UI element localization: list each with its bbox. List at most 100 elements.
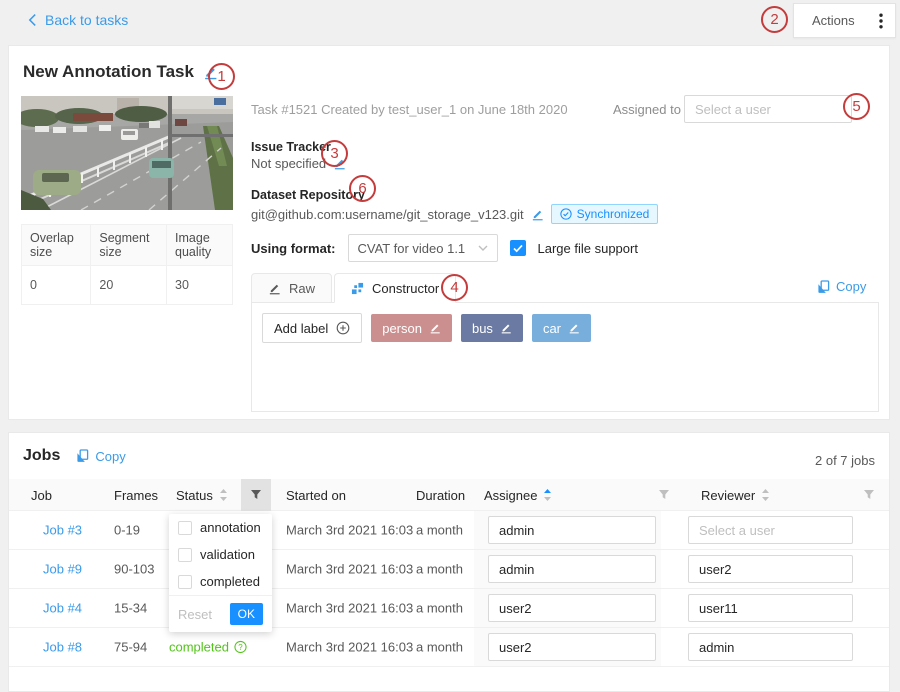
assigned-to-input[interactable] xyxy=(684,95,852,123)
column-job: Job xyxy=(31,479,52,511)
column-reviewer-sort[interactable]: Reviewer xyxy=(701,479,770,511)
column-started-label: Started on xyxy=(286,488,346,503)
param-header-segment: Segment size xyxy=(91,225,167,266)
jobs-card: Jobs Copy 2 of 7 jobs Job Frames Status … xyxy=(8,432,890,692)
dataset-repository-label: Dataset Repository xyxy=(251,188,365,202)
annotation-marker-5: 5 xyxy=(843,93,870,120)
assignee-input[interactable] xyxy=(488,555,656,583)
question-circle-icon: ? xyxy=(234,641,247,654)
sort-carets-icon-active xyxy=(543,488,552,502)
reviewer-input[interactable] xyxy=(688,516,853,544)
label-chip-person[interactable]: person xyxy=(371,314,452,342)
duration-cell: a month xyxy=(416,601,463,616)
edit-label-icon[interactable] xyxy=(500,322,512,334)
pencil-icon xyxy=(268,282,281,295)
filter-option-annotation-label: annotation xyxy=(200,520,261,535)
copy-icon xyxy=(817,280,830,294)
filter-option-validation[interactable]: validation xyxy=(169,541,272,568)
labels-tabs: Raw Constructor xyxy=(251,273,458,303)
duration-cell: a month xyxy=(416,562,463,577)
tab-raw[interactable]: Raw xyxy=(251,273,332,303)
edit-label-icon[interactable] xyxy=(568,322,580,334)
job-link[interactable]: Job #4 xyxy=(43,601,82,616)
param-header-overlap: Overlap size xyxy=(22,225,91,266)
check-icon xyxy=(513,244,523,253)
format-select[interactable]: CVAT for video 1.1 xyxy=(348,234,498,262)
task-meta: Task #1521 Created by test_user_1 on Jun… xyxy=(251,102,568,117)
task-parameters-table: Overlap size Segment size Image quality … xyxy=(21,224,233,305)
assignee-input[interactable] xyxy=(488,633,656,661)
status-completed-label: completed xyxy=(169,640,229,655)
edit-repository-icon[interactable] xyxy=(531,208,544,221)
copy-jobs-label: Copy xyxy=(95,449,125,464)
filter-option-validation-label: validation xyxy=(200,547,255,562)
label-chip-car[interactable]: car xyxy=(532,314,591,342)
param-value-overlap: 0 xyxy=(22,266,91,305)
add-label-button[interactable]: Add label xyxy=(262,313,362,343)
tab-constructor-label: Constructor xyxy=(372,281,439,296)
format-row: Using format: CVAT for video 1.1 Large f… xyxy=(251,234,638,262)
status-filter-dropdown: annotation validation completed Reset OK xyxy=(169,514,272,632)
annotation-marker-2: 2 xyxy=(761,6,788,33)
status-filter-icon[interactable] xyxy=(241,479,271,511)
param-header-quality: Image quality xyxy=(167,225,233,266)
jobs-table-header: Job Frames Status Started on Duration As… xyxy=(9,479,889,511)
svg-text:?: ? xyxy=(238,643,243,652)
table-row: Job #9 90-103 March 3rd 2021 16:03 a mon… xyxy=(9,550,889,589)
column-duration: Duration xyxy=(416,479,465,511)
edit-label-icon[interactable] xyxy=(429,322,441,334)
large-file-checkbox[interactable] xyxy=(510,240,526,256)
reviewer-input[interactable] xyxy=(688,594,853,622)
reviewer-input[interactable] xyxy=(688,555,853,583)
assignee-filter-icon[interactable] xyxy=(649,479,679,511)
task-title-row: New Annotation Task xyxy=(23,62,218,82)
check-circle-icon xyxy=(560,208,572,220)
filter-ok-button[interactable]: OK xyxy=(230,603,263,625)
reviewer-input[interactable] xyxy=(688,633,853,661)
job-link[interactable]: Job #9 xyxy=(43,562,82,577)
frames-cell: 15-34 xyxy=(114,601,147,616)
label-chip-bus[interactable]: bus xyxy=(461,314,523,342)
filter-checkbox-annotation[interactable] xyxy=(178,521,192,535)
job-link[interactable]: Job #8 xyxy=(43,640,82,655)
annotation-marker-4: 4 xyxy=(441,274,468,301)
assignee-input[interactable] xyxy=(488,516,656,544)
actions-label: Actions xyxy=(812,13,855,28)
back-to-tasks-link[interactable]: Back to tasks xyxy=(28,12,128,28)
reviewer-filter-icon[interactable] xyxy=(854,479,884,511)
synchronized-badge: Synchronized xyxy=(551,204,659,224)
assignee-input[interactable] xyxy=(488,594,656,622)
filter-checkbox-validation[interactable] xyxy=(178,548,192,562)
annotation-marker-1: 1 xyxy=(208,63,235,90)
column-frames: Frames xyxy=(114,479,158,511)
frames-cell: 75-94 xyxy=(114,640,147,655)
actions-button[interactable]: Actions xyxy=(793,3,896,38)
status-cell: completed ? xyxy=(169,640,247,655)
jobs-header: Jobs Copy xyxy=(23,447,126,465)
filter-option-completed-label: completed xyxy=(200,574,260,589)
large-file-label: Large file support xyxy=(538,241,638,256)
jobs-title: Jobs xyxy=(23,447,60,465)
copy-labels-button[interactable]: Copy xyxy=(817,279,866,294)
filter-option-annotation[interactable]: annotation xyxy=(169,514,272,541)
tab-constructor[interactable]: Constructor xyxy=(334,273,456,303)
copy-jobs-button[interactable]: Copy xyxy=(76,449,125,464)
column-duration-label: Duration xyxy=(416,488,465,503)
funnel-icon xyxy=(658,489,670,501)
jobs-count: 2 of 7 jobs xyxy=(815,453,875,468)
column-assignee-sort[interactable]: Assignee xyxy=(484,479,552,511)
format-selected-value: CVAT for video 1.1 xyxy=(358,241,466,256)
filter-option-completed[interactable]: completed xyxy=(169,568,272,595)
column-assignee-label: Assignee xyxy=(484,488,537,503)
add-label-text: Add label xyxy=(274,321,328,336)
job-link[interactable]: Job #3 xyxy=(43,523,82,538)
annotation-marker-6: 6 xyxy=(349,175,376,202)
task-details-card: New Annotation Task xyxy=(8,45,890,420)
filter-checkbox-completed[interactable] xyxy=(178,575,192,589)
funnel-icon xyxy=(863,489,875,501)
plus-circle-icon xyxy=(336,321,350,335)
filter-reset-button[interactable]: Reset xyxy=(178,607,212,622)
frames-cell: 90-103 xyxy=(114,562,154,577)
dataset-repository-row: git@github.com:username/git_storage_v123… xyxy=(251,204,658,224)
column-status-sort[interactable]: Status xyxy=(176,479,228,511)
